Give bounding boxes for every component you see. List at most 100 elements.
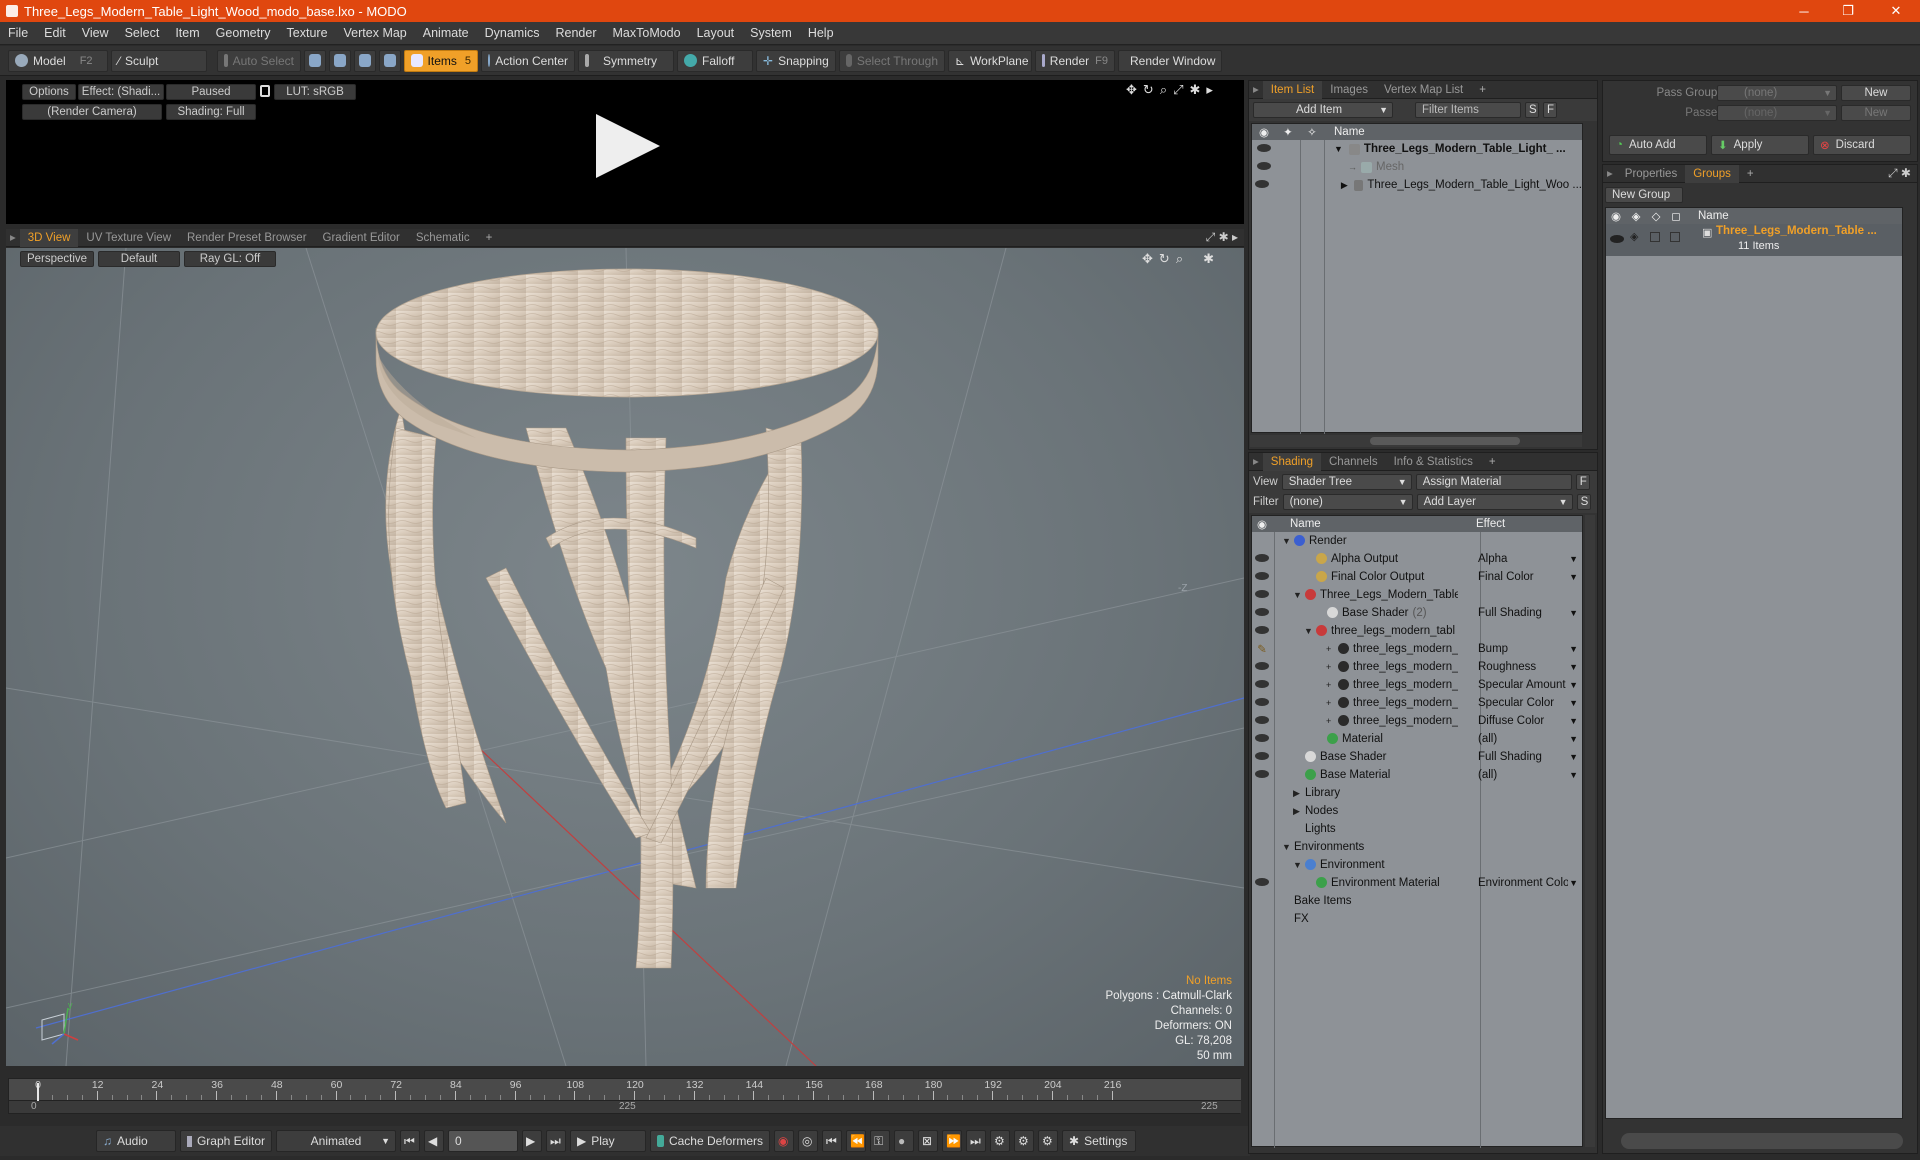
prev-keyframe-button[interactable]: ⏮ <box>822 1130 842 1152</box>
cache-deformers-button[interactable]: Cache Deformers <box>650 1130 770 1152</box>
pan-icon[interactable]: ✥ <box>1142 251 1153 267</box>
minimize-button[interactable]: ─ <box>1784 0 1824 22</box>
shader-row[interactable]: + three_legs_modern_ta... Diffuse Color▼ <box>1252 712 1582 730</box>
render-col-icon[interactable]: ✧ <box>1300 125 1324 139</box>
options-button[interactable]: Options <box>22 84 76 100</box>
menu-help[interactable]: Help <box>800 26 842 40</box>
falloff-button[interactable]: Falloff <box>677 49 753 72</box>
shader-row[interactable]: Lights <box>1252 820 1582 838</box>
workplane-button[interactable]: ⊾ WorkPlane <box>948 49 1032 72</box>
menu-animate[interactable]: Animate <box>415 26 477 40</box>
expand-arrow-icon[interactable]: ▶ <box>1293 788 1305 799</box>
zoom-view-icon[interactable]: ⌕ <box>1160 82 1167 98</box>
lock-checkbox[interactable] <box>1650 232 1660 242</box>
select-col-icon[interactable]: ◻ <box>1666 209 1686 223</box>
chevron-down-icon[interactable]: ▼ <box>1569 644 1578 654</box>
add-tab-button[interactable]: + <box>1471 81 1494 99</box>
expand-arrow-icon[interactable]: ▼ <box>1293 590 1305 600</box>
item-row[interactable]: → Mesh <box>1252 158 1582 176</box>
expand-arrow-icon[interactable]: ▼ <box>1282 536 1294 546</box>
model-mode-button[interactable]: Model F2 <box>8 49 108 72</box>
layer-effect[interactable]: Specular Color <box>1478 697 1568 709</box>
shader-row[interactable]: ▼ Environment <box>1252 856 1582 874</box>
viewport-tabs-options-icon[interactable]: ⤢ ✱ ▸ <box>1206 230 1238 245</box>
snapping-button[interactable]: ✛ Snapping <box>756 49 836 72</box>
go-to-start-button[interactable]: ⏮ <box>400 1130 420 1152</box>
chevron-down-icon[interactable]: ▼ <box>1569 878 1578 888</box>
layer-effect[interactable]: Diffuse Color <box>1478 715 1568 727</box>
close-button[interactable]: ✕ <box>1876 0 1916 22</box>
3d-viewport[interactable]: -Z y Perspective Default Ray GL: Off ✥ ↻… <box>6 248 1244 1066</box>
render-toggle-icon[interactable]: ◈ <box>1630 230 1638 243</box>
eye-icon[interactable] <box>1252 625 1272 637</box>
group-row[interactable]: ◈ ▣ Three_Legs_Modern_Table ... 11 Items <box>1606 224 1902 256</box>
tab-gradient-editor[interactable]: Gradient Editor <box>315 229 408 247</box>
paused-button[interactable]: Paused <box>166 84 256 100</box>
shader-row[interactable]: Environment Material Environment Color ▼ <box>1252 874 1582 892</box>
chevron-down-icon[interactable]: ▼ <box>1569 572 1578 582</box>
play-button[interactable]: ▶ Play <box>570 1130 646 1152</box>
lock-col-icon[interactable]: ✦ <box>1276 125 1300 139</box>
assign-material-button[interactable]: Assign Material <box>1415 474 1572 490</box>
menu-geometry[interactable]: Geometry <box>208 26 279 40</box>
shader-row[interactable]: Alpha Output Alpha ▼ <box>1252 550 1582 568</box>
tab-schematic[interactable]: Schematic <box>408 229 478 247</box>
shader-row[interactable]: Material (all) ▼ <box>1252 730 1582 748</box>
shading-dropdown[interactable]: Shading: Full <box>166 104 256 120</box>
shading-f-button[interactable]: F <box>1575 474 1590 490</box>
tab-properties[interactable]: Properties <box>1617 165 1685 183</box>
eye-icon[interactable] <box>1252 679 1272 691</box>
brush-icon[interactable]: ✎ <box>1252 642 1272 656</box>
shader-row[interactable]: Base Material (all) ▼ <box>1252 766 1582 784</box>
eye-icon[interactable] <box>1252 589 1272 601</box>
panel-grip-icon[interactable]: ▸ <box>1249 81 1263 99</box>
record-button[interactable]: ● <box>894 1130 914 1152</box>
lock-col-icon[interactable]: ◇ <box>1646 209 1666 223</box>
orbit-icon[interactable]: ↻ <box>1159 251 1170 267</box>
zoom-icon[interactable]: ⌕ <box>1176 251 1183 267</box>
expand-arrow-icon[interactable]: ▼ <box>1293 860 1305 870</box>
tab-info-statistics[interactable]: Info & Statistics <box>1386 453 1481 471</box>
expand-arrow-icon[interactable]: ▶ <box>1341 180 1348 191</box>
key-tools-button[interactable]: ⚙ <box>1014 1130 1034 1152</box>
expand-arrow-icon[interactable]: ▼ <box>1304 626 1316 636</box>
panel-grip-icon[interactable]: ▸ <box>1603 165 1617 183</box>
layer-effect[interactable]: Full Shading <box>1478 607 1568 619</box>
item-list-scrollbar[interactable] <box>1250 435 1582 447</box>
pass-groups-dropdown[interactable]: (none) ▼ <box>1717 85 1837 101</box>
eye-icon[interactable] <box>1252 161 1276 173</box>
chevron-down-icon[interactable]: ▼ <box>1569 734 1578 744</box>
sculpt-mode-button[interactable]: ⁄ Sculpt <box>111 49 207 72</box>
eye-icon[interactable] <box>1252 769 1272 781</box>
lut-dropdown[interactable]: LUT: sRGB <box>274 84 356 100</box>
frame-input[interactable]: 0 <box>448 1130 518 1152</box>
shader-row[interactable]: ▶ Nodes <box>1252 802 1582 820</box>
next-key-button[interactable]: ▶ <box>522 1130 542 1152</box>
menu-layout[interactable]: Layout <box>689 26 743 40</box>
tab-images[interactable]: Images <box>1322 81 1376 99</box>
filter-dropdown[interactable]: (none) ▼ <box>1282 494 1413 510</box>
shader-row[interactable]: ▼ Three_Legs_Modern_Table ... <box>1252 586 1582 604</box>
apply-button[interactable]: ⬇ Apply <box>1711 135 1809 155</box>
key-filter-button[interactable]: ⚙ <box>990 1130 1010 1152</box>
viewport-settings-icon[interactable]: ✱ <box>1203 251 1214 267</box>
visibility-col-icon[interactable]: ◉ <box>1252 517 1272 531</box>
layer-effect[interactable]: Final Color <box>1478 571 1568 583</box>
tab-groups[interactable]: Groups <box>1685 164 1739 183</box>
menu-item[interactable]: Item <box>167 26 207 40</box>
layer-effect[interactable]: Full Shading <box>1478 751 1568 763</box>
auto-key-button[interactable]: ◉ <box>774 1130 794 1152</box>
menu-system[interactable]: System <box>742 26 800 40</box>
expand-arrow-icon[interactable]: ▶ <box>1293 806 1305 817</box>
add-tab-button[interactable]: + <box>478 229 501 247</box>
add-item-dropdown[interactable]: Add Item ▼ <box>1253 102 1393 118</box>
discard-button[interactable]: ⊗ Discard <box>1813 135 1911 155</box>
chevron-down-icon[interactable]: ▼ <box>1569 554 1578 564</box>
new-pass-button[interactable]: New <box>1841 105 1911 121</box>
shader-row[interactable]: ✎ + three_legs_modern_ta... Bump▼ <box>1252 640 1582 658</box>
groups-options-icon[interactable]: ⤢ ✱ <box>1888 166 1911 181</box>
eye-icon[interactable] <box>1252 553 1272 565</box>
chevron-down-icon[interactable]: ▼ <box>1569 680 1578 690</box>
key-options-button[interactable]: ◎ <box>798 1130 818 1152</box>
item-list-s-button[interactable]: S <box>1525 102 1539 118</box>
